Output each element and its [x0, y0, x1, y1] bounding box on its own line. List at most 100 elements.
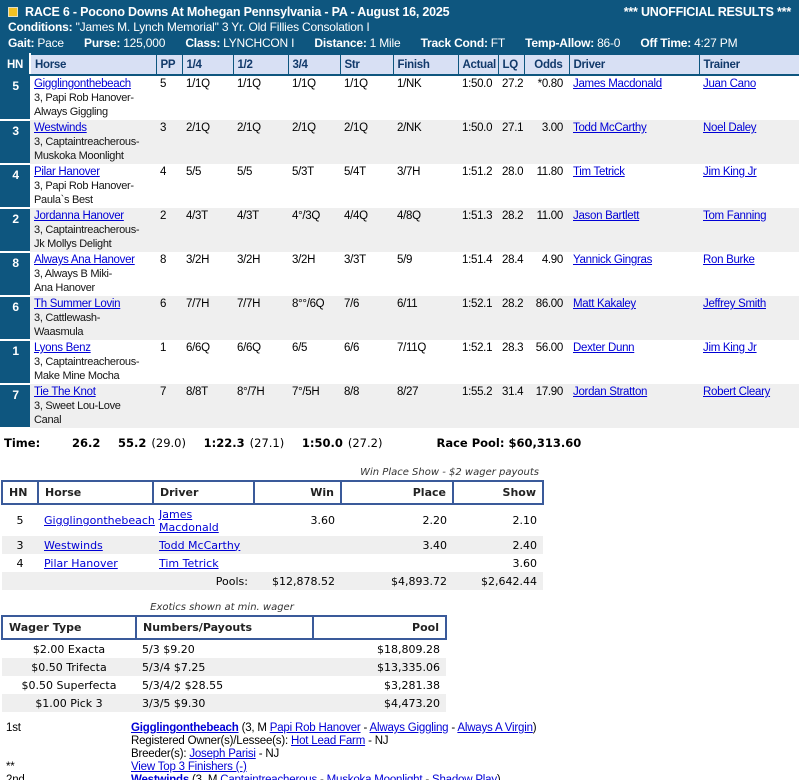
last-quarter: 27.2	[502, 78, 524, 90]
pedigree-line-1: 3, Captaintreacherous-	[34, 356, 140, 368]
driver-link[interactable]: Jordan Stratton	[573, 386, 647, 398]
horse-link[interactable]: Always Ana Hanover	[34, 254, 135, 266]
wager-numbers-payout: 5/3 $9.20	[142, 642, 195, 656]
quarter-call: 7/7H	[186, 298, 210, 310]
finisher-link[interactable]: Papi Rob Hanover	[270, 722, 361, 734]
finisher-link[interactable]: Hot Lead Farm	[291, 735, 365, 747]
finisher-link[interactable]: Gigglingonthebeach	[131, 722, 239, 734]
result-row: 2 Jordanna Hanover 3, Captaintreacherous…	[0, 208, 799, 253]
race-pool-value: $60,313.60	[508, 436, 582, 450]
pedigree-line-2: Ana Hanover	[34, 281, 95, 294]
race-info-pair: Purse: 125,000	[84, 36, 166, 50]
exotics-row: $2.00 Exacta 5/3 $9.20 $18,809.28	[2, 639, 446, 658]
horse-link[interactable]: Westwinds	[34, 122, 87, 134]
exotics-col-numbers: Numbers/Payouts	[135, 615, 314, 640]
horse-link[interactable]: Tie The Knot	[34, 386, 96, 398]
wager-numbers-payout: 5/3/4/2 $28.55	[142, 678, 224, 692]
wps-driver-link[interactable]: James Macdonald	[159, 508, 219, 534]
top-finishers-section: 1st Gigglingonthebeach (3, M Papi Rob Ha…	[0, 722, 799, 780]
wps-horse-link[interactable]: Westwinds	[44, 539, 103, 552]
horse-number: 5	[0, 75, 30, 121]
race-info-pair: Gait: Pace	[8, 36, 64, 50]
wager-pool: $18,809.28	[377, 642, 440, 656]
wps-row: 5 Gigglingonthebeach James Macdonald 3.6…	[2, 504, 543, 536]
three-quarter-call: 6/5	[292, 342, 308, 354]
finish-call: 8/27	[397, 386, 419, 398]
trainer-link[interactable]: Robert Cleary	[703, 386, 770, 398]
exotics-header-row: Wager Type Numbers/Payouts Pool	[1, 615, 447, 640]
wager-pool: $3,281.38	[384, 678, 440, 692]
wps-row: 3 Westwinds Todd McCarthy 3.40 2.40	[2, 536, 543, 554]
race-info-pair: Distance: 1 Mile	[314, 36, 401, 50]
time-split: 1:22.3 (27.1)	[203, 436, 285, 450]
horse-link[interactable]: Jordanna Hanover	[34, 210, 124, 222]
horse-link[interactable]: Pilar Hanover	[34, 166, 100, 178]
finisher-link[interactable]: Always A Virgin	[457, 722, 533, 734]
race-header-banner: RACE 6 - Pocono Downs At Mohegan Pennsyl…	[0, 0, 799, 53]
horse-link[interactable]: Th Summer Lovin	[34, 298, 121, 310]
finisher-text: (3, M	[238, 722, 270, 734]
finish-call: 2/NK	[397, 122, 422, 134]
stretch-call: 2/1Q	[344, 122, 368, 134]
exotics-row: $0.50 Superfecta 5/3/4/2 $28.55 $3,281.3…	[2, 676, 446, 694]
time-label: Time:	[4, 436, 41, 450]
trainer-link[interactable]: Jeffrey Smith	[703, 298, 766, 310]
driver-link[interactable]: Todd McCarthy	[573, 122, 647, 134]
race-info-pair: Track Cond: FT	[420, 36, 506, 50]
driver-link[interactable]: James Macdonald	[573, 78, 662, 90]
col-half: 1/2	[232, 53, 288, 76]
trainer-link[interactable]: Jim King Jr	[703, 342, 757, 354]
driver-link[interactable]: Yannick Gingras	[573, 254, 652, 266]
finisher-link[interactable]: Shadow Play	[432, 774, 497, 780]
driver-link[interactable]: Matt Kakaley	[573, 298, 636, 310]
finisher-link[interactable]: Muskoka Moonlight	[327, 774, 423, 780]
quarter-call: 4/3T	[186, 210, 208, 222]
quarter-call: 3/2H	[186, 254, 210, 266]
horse-number: 4	[0, 164, 30, 209]
post-position: 2	[160, 210, 167, 222]
last-quarter: 28.2	[502, 210, 524, 222]
trainer-link[interactable]: Tom Fanning	[703, 210, 766, 222]
driver-link[interactable]: Jason Bartlett	[573, 210, 639, 222]
wager-type: $0.50 Superfecta	[21, 678, 117, 692]
finisher-link[interactable]: Always Giggling	[370, 722, 449, 734]
wager-type: $0.50 Trifecta	[31, 660, 107, 674]
actual-time: 1:50.0	[462, 78, 493, 90]
pedigree-line-1: 3, Papi Rob Hanover-	[34, 92, 134, 104]
finisher-link[interactable]: View Top 3 Finishers (-)	[131, 761, 247, 773]
wps-horse-link[interactable]: Pilar Hanover	[44, 557, 118, 570]
pool-show: $2,642.44	[481, 574, 537, 588]
results-header-row: HN Horse PP 1/4 1/2 3/4 Str Finish Actua…	[0, 53, 799, 76]
finisher-text: -	[317, 774, 327, 780]
last-quarter: 28.2	[502, 298, 524, 310]
trainer-link[interactable]: Ron Burke	[703, 254, 755, 266]
finisher-link[interactable]: Westwinds	[131, 774, 189, 780]
pools-label: Pools:	[215, 574, 248, 588]
trainer-link[interactable]: Juan Cano	[703, 78, 756, 90]
wps-driver-link[interactable]: Tim Tetrick	[159, 557, 219, 570]
exotics-row: $1.00 Pick 3 3/3/5 $9.30 $4,473.20	[2, 694, 446, 712]
trainer-link[interactable]: Noel Daley	[703, 122, 757, 134]
wps-win	[254, 536, 341, 554]
finish-call: 6/11	[397, 298, 418, 310]
result-row: 7 Tie The Knot 3, Sweet Lou-Love Canal 7…	[0, 384, 799, 429]
wps-col-driver: Driver	[152, 480, 255, 505]
actual-time: 1:51.3	[462, 210, 493, 222]
wps-horse-link[interactable]: Gigglingonthebeach	[44, 514, 155, 527]
quarter-call: 2/1Q	[186, 122, 210, 134]
finisher-link[interactable]: Captaintreacherous	[220, 774, 317, 780]
horse-link[interactable]: Gigglingonthebeach	[34, 78, 131, 90]
finisher-text: -	[360, 722, 370, 734]
trainer-link[interactable]: Jim King Jr	[703, 166, 757, 178]
pedigree-line-2: Make Mine Mocha	[34, 369, 120, 382]
half-call: 4/3T	[237, 210, 259, 222]
odds: 86.00	[535, 298, 564, 310]
horse-number: 3	[0, 120, 30, 165]
horse-link[interactable]: Lyons Benz	[34, 342, 91, 354]
driver-link[interactable]: Dexter Dunn	[573, 342, 635, 354]
driver-link[interactable]: Tim Tetrick	[573, 166, 625, 178]
wps-show: 3.60	[512, 556, 538, 570]
wps-driver-link[interactable]: Todd McCarthy	[159, 539, 240, 552]
finisher-text: Registered Owner(s)/Lessee(s):	[131, 735, 291, 747]
finisher-link[interactable]: Joseph Parisi	[189, 748, 256, 760]
